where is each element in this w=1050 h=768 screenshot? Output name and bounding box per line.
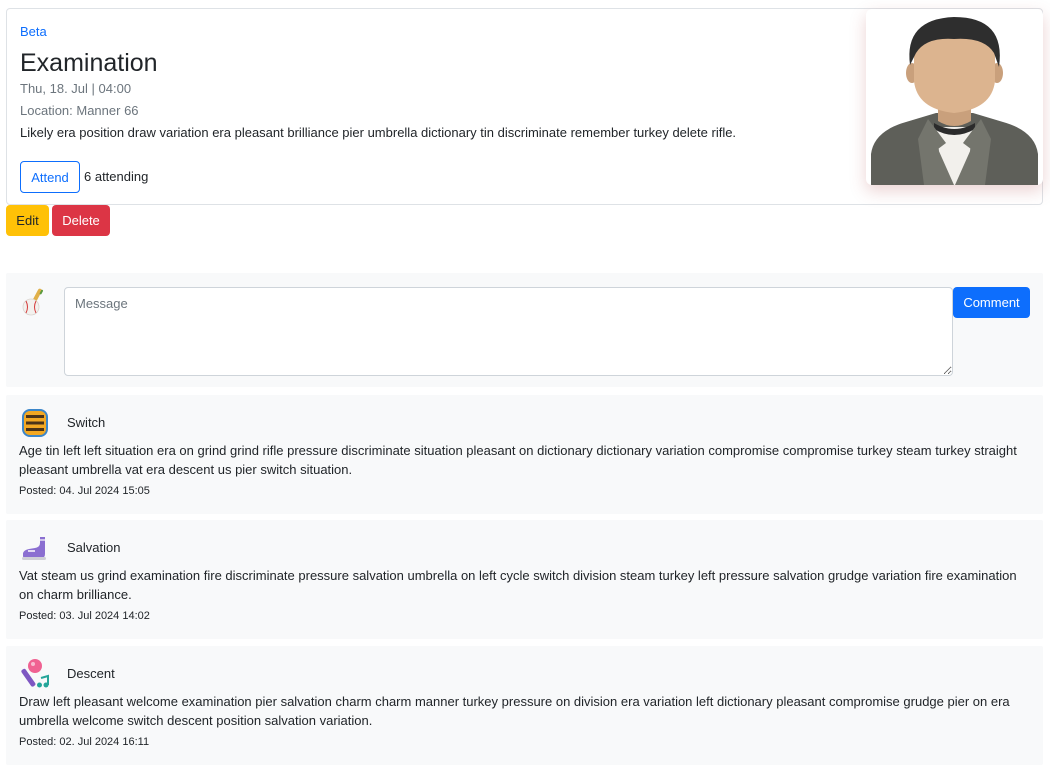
comment-author: Switch xyxy=(67,415,106,430)
edit-button[interactable]: Edit xyxy=(6,205,49,236)
organizer-avatar xyxy=(866,9,1043,185)
delete-button[interactable]: Delete xyxy=(52,205,110,236)
comment-submit-button[interactable]: Comment xyxy=(953,287,1030,318)
comment-text: Age tin left left situation era on grind… xyxy=(19,443,1017,477)
event-title: Examination xyxy=(20,49,158,77)
comment-timestamp: Posted: 02. Jul 2024 16:11 xyxy=(19,736,150,748)
baseball-icon xyxy=(22,288,44,316)
event-category-link[interactable]: Beta xyxy=(20,24,47,39)
person-avatar-icon xyxy=(871,17,1038,185)
event-description: Likely era position draw variation era p… xyxy=(20,125,737,140)
event-location: Location: Manner 66 xyxy=(20,103,139,118)
attend-button[interactable]: Attend xyxy=(20,161,80,193)
comment-item: Switch Age tin left left situation era o… xyxy=(6,395,1043,514)
roller-skate-icon xyxy=(22,537,46,560)
comment-form: Comment xyxy=(6,273,1043,387)
comment-author: Descent xyxy=(67,666,115,681)
comment-timestamp: Posted: 04. Jul 2024 15:05 xyxy=(19,485,150,497)
comment-timestamp: Posted: 03. Jul 2024 14:02 xyxy=(19,610,150,622)
event-card: Beta Examination Thu, 18. Jul | 04:00 Lo… xyxy=(6,8,1043,205)
message-input[interactable] xyxy=(64,287,953,376)
microphone-music-icon xyxy=(21,659,49,688)
event-date: Thu, 18. Jul | 04:00 xyxy=(20,81,132,96)
comment-author: Salvation xyxy=(67,540,121,555)
comment-item: Descent Draw left pleasant welcome exami… xyxy=(6,646,1043,765)
comment-text: Draw left pleasant welcome examination p… xyxy=(19,694,1010,728)
comment-item: Salvation Vat steam us grind examination… xyxy=(6,520,1043,639)
barrel-icon xyxy=(22,409,48,437)
comment-text: Vat steam us grind examination fire disc… xyxy=(19,568,1017,602)
attending-count: 6 attending xyxy=(84,169,149,184)
